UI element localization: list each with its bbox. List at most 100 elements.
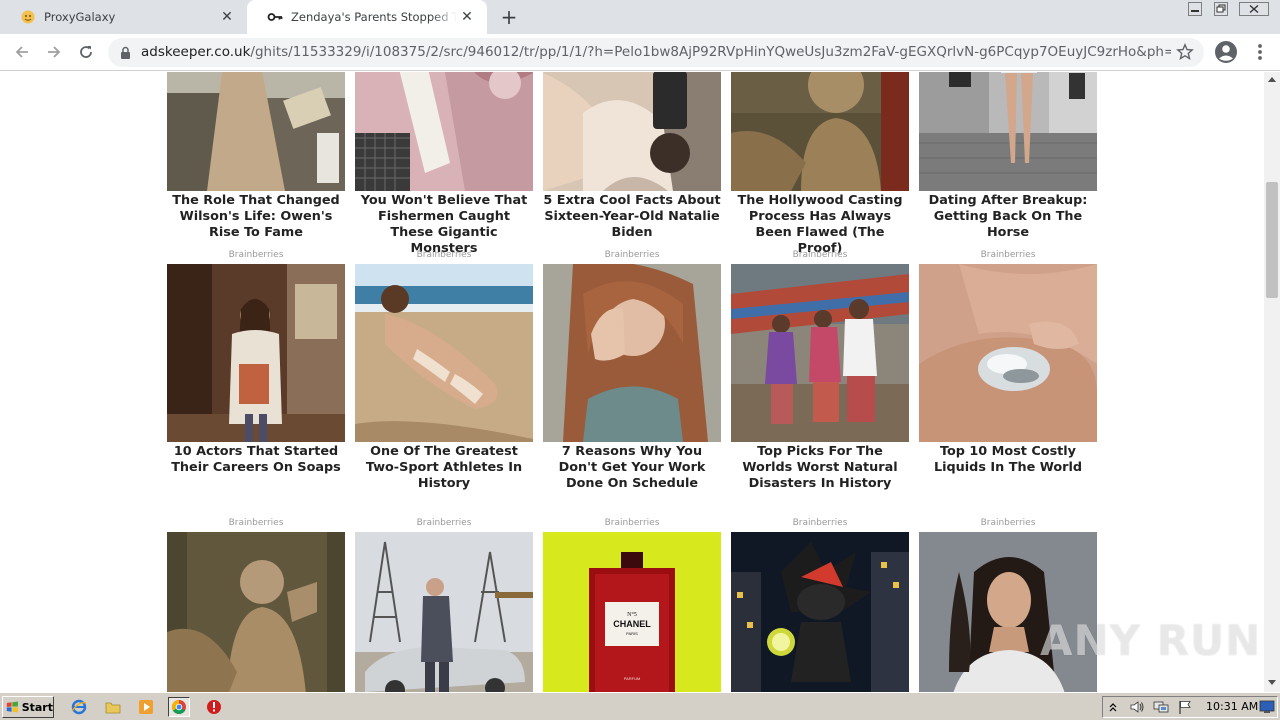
sponsor-label[interactable]: Brainberries	[731, 250, 909, 260]
girl-with-notebook-photo[interactable]	[167, 264, 345, 442]
article-headline[interactable]: The Role That Changed Wilson's Life: Owe…	[167, 193, 345, 241]
anyrun-watermark: ANY RUN	[1040, 608, 1261, 672]
close-window-button[interactable]	[1236, 0, 1272, 18]
tray-expand-icon[interactable]	[1106, 697, 1120, 717]
tab-close-icon[interactable]: ✕	[457, 7, 477, 27]
sponsor-label[interactable]: Brainberries	[919, 518, 1097, 528]
start-label: Start	[21, 700, 53, 714]
scroll-up-arrow-icon[interactable]	[1268, 77, 1276, 82]
tab-title: ProxyGalaxy	[44, 10, 116, 24]
media-player-icon[interactable]	[135, 697, 157, 717]
perfume-city-text: PARIS	[626, 631, 638, 636]
article-card[interactable]: Brainberries	[167, 518, 345, 692]
stop-red-icon[interactable]	[203, 697, 225, 717]
people-pushing-boat-photo[interactable]	[731, 264, 909, 442]
article-card[interactable]: Brainberries One Of The Greatest Two-Spo…	[355, 250, 533, 492]
old-man-mirror-photo-2[interactable]	[167, 532, 345, 692]
tab-zendaya[interactable]: Zendaya's Parents Stopped Telling Her ✕	[247, 0, 487, 34]
tab-title: Zendaya's Parents Stopped Telling Her	[291, 10, 457, 24]
sponsor-label[interactable]: Brainberries	[731, 518, 909, 528]
key-favicon-icon	[267, 9, 283, 25]
folder-icon[interactable]	[102, 697, 124, 717]
network-icon[interactable]	[1150, 697, 1172, 717]
article-card[interactable]: Brainberries N°5 CHANEL PARIS PARFUM	[543, 518, 721, 692]
sponsor-label[interactable]: Brainberries	[919, 250, 1097, 260]
url-text[interactable]: adskeeper.co.uk/ghits/11533329/i/108375/…	[141, 38, 1171, 67]
sponsor-label[interactable]: Brainberries	[543, 250, 721, 260]
woman-street-heels-photo[interactable]	[919, 72, 1097, 191]
article-headline[interactable]: Top Picks For The Worlds Worst Natural D…	[731, 444, 909, 492]
back-arrow-icon	[15, 46, 28, 58]
sponsor-label[interactable]: Brainberries	[167, 518, 345, 528]
article-headline[interactable]: The Hollywood Casting Process Has Always…	[731, 193, 909, 257]
woman-on-beach-photo[interactable]	[355, 264, 533, 442]
article-headline[interactable]: Top 10 Most Costly Liquids In The World	[919, 444, 1097, 476]
lock-icon	[120, 45, 131, 64]
address-bar[interactable]: adskeeper.co.uk/ghits/11533329/i/108375/…	[108, 38, 1204, 67]
mercury-on-finger-photo[interactable]	[919, 264, 1097, 442]
article-card[interactable]: The Role That Changed Wilson's Life: Owe…	[167, 72, 345, 241]
sponsor-label[interactable]: Brainberries	[355, 250, 533, 260]
new-tab-button[interactable]: +	[498, 6, 520, 28]
forward-arrow-icon	[48, 46, 61, 58]
article-headline[interactable]: 5 Extra Cool Facts About Sixteen-Year-Ol…	[543, 193, 721, 241]
reload-icon	[80, 46, 92, 58]
url-host: adskeeper.co.uk	[141, 44, 251, 60]
man-with-car-oilfield-photo[interactable]	[355, 532, 533, 692]
start-button[interactable]: Start	[2, 696, 54, 718]
back-button[interactable]	[10, 40, 34, 64]
article-card[interactable]: Brainberries Top 10 Most Costly Liquids …	[919, 250, 1097, 476]
chrome-icon[interactable]	[168, 697, 190, 717]
article-card[interactable]: Brainberries	[731, 518, 909, 692]
ie-icon[interactable]	[68, 697, 90, 717]
article-card[interactable]: Brainberries 10 Actors That Started Thei…	[167, 250, 345, 476]
article-card[interactable]: Brainberries	[355, 518, 533, 692]
speaker-icon[interactable]	[1126, 697, 1148, 717]
kebab-menu-icon[interactable]	[1252, 40, 1268, 68]
chanel-perfume-bottle-photo[interactable]: N°5 CHANEL PARIS PARFUM	[543, 532, 721, 692]
article-card[interactable]: Brainberries Top Picks For The Worlds Wo…	[731, 250, 909, 492]
article-headline[interactable]: You Won't Believe That Fishermen Caught …	[355, 193, 533, 257]
taskbar-clock[interactable]: 10:31 AM	[1206, 693, 1258, 721]
sponsor-label[interactable]: Brainberries	[543, 518, 721, 528]
hedgehog-character-city-photo[interactable]	[731, 532, 909, 692]
man-in-suit-street-photo[interactable]	[167, 72, 345, 191]
windows-taskbar: Start 10:31 AM	[0, 692, 1280, 720]
old-man-mirror-photo[interactable]	[731, 72, 909, 191]
restore-button[interactable]	[1210, 0, 1232, 18]
scroll-down-arrow-icon[interactable]	[1268, 680, 1276, 685]
article-headline[interactable]: 7 Reasons Why You Don't Get Your Work Do…	[543, 444, 721, 492]
tab-strip: ProxyGalaxy ✕ Zendaya's Parents Stopped …	[0, 0, 1280, 34]
browser-toolbar: adskeeper.co.uk/ghits/11533329/i/108375/…	[0, 34, 1280, 71]
url-path: /ghits/11533329/i/108375/2/src/946012/tr…	[250, 44, 1171, 60]
article-headline[interactable]: 10 Actors That Started Their Careers On …	[167, 444, 345, 476]
fish-on-deck-photo[interactable]	[355, 72, 533, 191]
article-card[interactable]: Brainberries 7 Reasons Why You Don't Get…	[543, 250, 721, 492]
forward-button[interactable]	[42, 40, 66, 64]
perfume-type-text: PARFUM	[624, 676, 641, 681]
bookmark-star-icon[interactable]	[1176, 43, 1194, 65]
flag-icon[interactable]	[1174, 697, 1196, 717]
profile-avatar-icon[interactable]	[1214, 40, 1238, 68]
tab-proxygalaxy[interactable]: ProxyGalaxy ✕	[0, 0, 247, 34]
article-card[interactable]: Dating After Breakup: Getting Back On Th…	[919, 72, 1097, 241]
watermark-text: ANY RUN	[1040, 615, 1262, 665]
article-card[interactable]: 5 Extra Cool Facts About Sixteen-Year-Ol…	[543, 72, 721, 241]
windows-logo-icon	[6, 701, 18, 713]
show-desktop-icon[interactable]	[1256, 697, 1278, 717]
article-headline[interactable]: Dating After Breakup: Getting Back On Th…	[919, 193, 1097, 241]
tab-close-icon[interactable]: ✕	[217, 7, 237, 27]
article-card[interactable]: You Won't Believe That Fishermen Caught …	[355, 72, 533, 257]
sponsor-label[interactable]: Brainberries	[355, 518, 533, 528]
article-headline[interactable]: One Of The Greatest Two-Sport Athletes I…	[355, 444, 533, 492]
minimize-button[interactable]	[1184, 0, 1206, 18]
reload-button[interactable]	[74, 40, 98, 64]
stressed-woman-photo[interactable]	[543, 264, 721, 442]
proxygalaxy-favicon-icon	[20, 9, 36, 25]
sponsor-label[interactable]: Brainberries	[167, 250, 345, 260]
page-scrollbar[interactable]	[1264, 72, 1280, 692]
article-card[interactable]: The Hollywood Casting Process Has Always…	[731, 72, 909, 257]
girl-mirror-selfie-photo[interactable]	[543, 72, 721, 191]
scrollbar-thumb[interactable]	[1266, 182, 1278, 298]
page-viewport: The Role That Changed Wilson's Life: Owe…	[0, 72, 1264, 692]
